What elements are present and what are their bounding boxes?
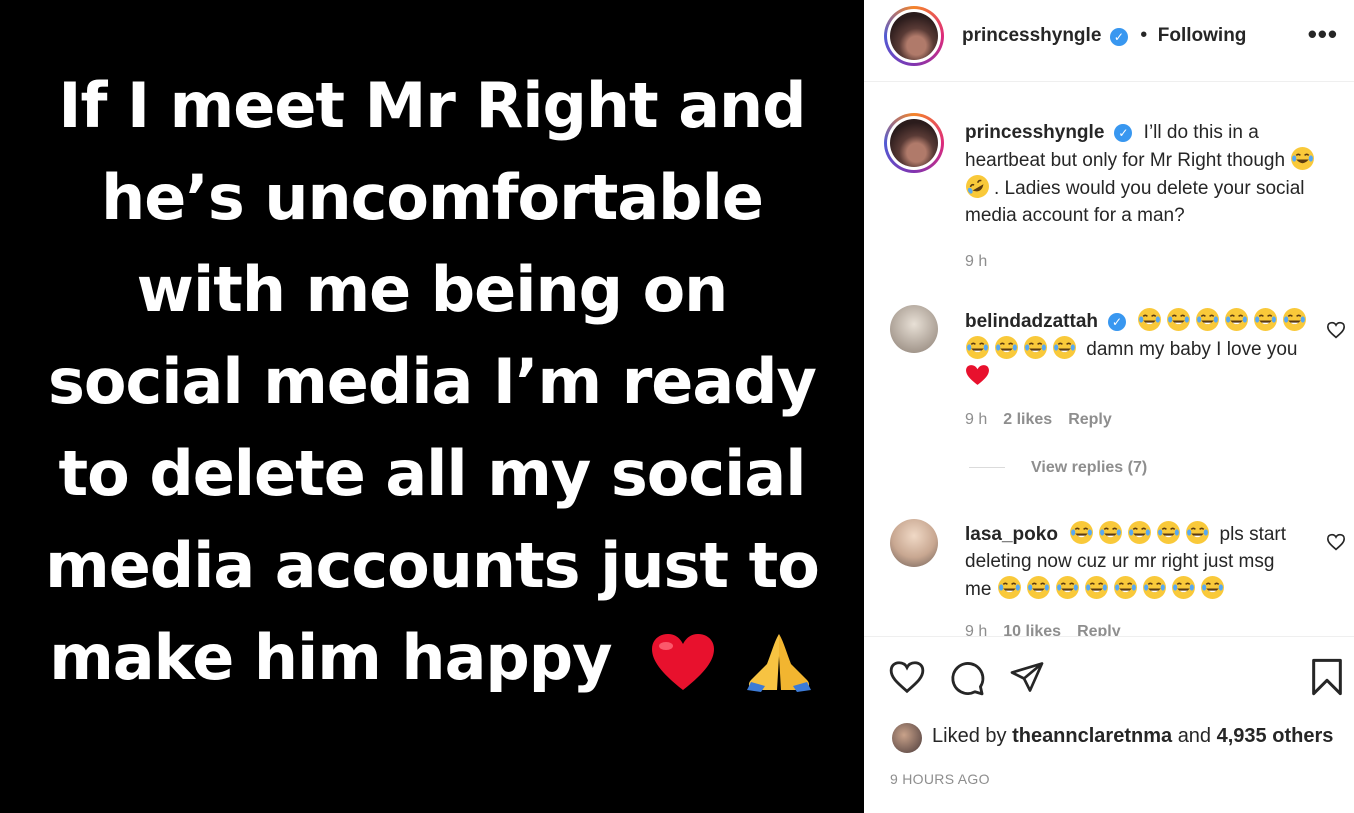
more-options-icon[interactable]: ••• [1308, 21, 1338, 47]
tears-of-joy-emoji-icon [1024, 336, 1047, 359]
comment-username[interactable]: lasa_poko [965, 524, 1058, 545]
caption-author-avatar[interactable] [884, 113, 944, 173]
reply-button[interactable]: Reply [1068, 411, 1112, 428]
caption-time: 9 h [965, 253, 988, 270]
tears-of-joy-emoji-icon [1142, 576, 1166, 599]
post-text-line: he’s uncomfortable [101, 161, 764, 234]
post-text-line: to delete all my social [58, 437, 807, 510]
post-image-text: If I meet Mr Right and he’s uncomfortabl… [0, 60, 864, 704]
comments-list[interactable]: princesshyngle ✓ I’ll do this in a heartb… [864, 83, 1354, 636]
share-icon[interactable] [1008, 659, 1046, 695]
comment-like-icon[interactable] [1326, 321, 1346, 339]
tears-of-joy-emoji-icon [1254, 308, 1278, 331]
tears-of-joy-emoji-icon [966, 336, 989, 359]
post-actions: Liked by theannclaretnma and 4,935 other… [864, 636, 1354, 813]
reply-button[interactable]: Reply [1077, 623, 1121, 636]
tears-of-joy-emoji-icon [1283, 308, 1307, 331]
tears-of-joy-emoji-icon [1167, 308, 1191, 331]
verified-badge-icon: ✓ [1114, 123, 1133, 142]
tears-of-joy-emoji-icon [1055, 576, 1079, 599]
caption-username[interactable]: princesshyngle [965, 122, 1104, 143]
tears-of-joy-emoji-icon [1113, 576, 1137, 599]
tears-of-joy-emoji-icon [1157, 521, 1181, 544]
likes-others-button[interactable]: 4,935 others [1217, 725, 1334, 747]
following-button[interactable]: Following [1158, 25, 1247, 46]
tears-of-joy-emoji-icon [1128, 521, 1152, 544]
comment-likes[interactable]: 10 likes [1003, 623, 1061, 636]
author-username[interactable]: princesshyngle [962, 25, 1101, 46]
comment-icon[interactable] [948, 659, 986, 697]
comment: lasa_poko pls start deleting now cuz ur … [965, 520, 1305, 636]
post-details-panel: princesshyngle ✓ • Following ••• princes… [864, 0, 1354, 813]
verified-badge-icon: ✓ [1108, 312, 1127, 331]
save-bookmark-icon[interactable] [1310, 657, 1344, 697]
likes-summary: Liked by theannclaretnma and 4,935 other… [932, 725, 1333, 748]
liker-username[interactable]: theannclaretnma [1012, 725, 1172, 747]
folded-hands-emoji-icon [746, 633, 811, 692]
rolling-laughing-emoji-icon [966, 175, 989, 198]
tears-of-joy-emoji-icon [1026, 576, 1050, 599]
post-text-line: media accounts just to [45, 529, 820, 602]
comment-emojis [1069, 521, 1214, 545]
liker-avatar[interactable] [892, 723, 922, 753]
likes-prefix: Liked by [932, 725, 1007, 747]
author-avatar[interactable] [884, 6, 944, 66]
tears-of-joy-emoji-icon [997, 576, 1021, 599]
tears-of-joy-emoji-icon [1196, 308, 1220, 331]
comment-time: 9 h [965, 623, 988, 636]
post-image[interactable]: If I meet Mr Right and he’s uncomfortabl… [0, 0, 864, 813]
comment-like-icon[interactable] [1326, 533, 1346, 551]
tears-of-joy-emoji-icon [1225, 308, 1249, 331]
tears-of-joy-emoji-icon [1053, 336, 1076, 359]
view-replies-divider [969, 467, 1005, 469]
tears-of-joy-emoji-icon [1070, 521, 1094, 544]
comment-time: 9 h [965, 411, 988, 428]
comment-username[interactable]: belindadzattah [965, 311, 1098, 332]
post-text-line: social media I’m ready [48, 345, 817, 418]
post-text-line: make him happy [49, 621, 612, 694]
heart-emoji-icon [652, 633, 715, 690]
comment-likes[interactable]: 2 likes [1003, 411, 1052, 428]
view-replies-label[interactable]: View replies (7) [1031, 459, 1147, 476]
post-text-line: If I meet Mr Right and [58, 69, 806, 142]
comment: belindadzattah ✓ damn my baby I love you … [965, 307, 1325, 477]
post-text-line: with me being on [136, 253, 729, 326]
tears-of-joy-emoji-icon [1200, 576, 1224, 599]
likes-and: and [1177, 725, 1212, 747]
heart-emoji-icon [966, 365, 989, 385]
comment-text: damn my baby I love you [1086, 339, 1298, 360]
tears-of-joy-emoji-icon [1291, 147, 1315, 170]
view-replies-button[interactable]: View replies (7) [969, 459, 1325, 477]
caption: princesshyngle ✓ I’ll do this in a heartb… [965, 119, 1325, 271]
separator-dot: • [1140, 24, 1148, 46]
caption-text-continued: . Ladies would you delete your social me… [965, 178, 1305, 226]
post-header: princesshyngle ✓ • Following ••• [864, 0, 1354, 82]
post-timestamp: 9 HOURS AGO [890, 771, 990, 787]
commenter-avatar[interactable] [890, 305, 938, 353]
tears-of-joy-emoji-icon [1084, 576, 1108, 599]
tears-of-joy-emoji-icon [1099, 521, 1123, 544]
tears-of-joy-emoji-icon [1186, 521, 1210, 544]
verified-badge-icon: ✓ [1109, 27, 1128, 46]
like-icon[interactable] [888, 659, 926, 695]
tears-of-joy-emoji-icon [1138, 308, 1162, 331]
tears-of-joy-emoji-icon [1171, 576, 1195, 599]
commenter-avatar[interactable] [890, 519, 938, 567]
comment-trailing-emojis [997, 576, 1229, 600]
tears-of-joy-emoji-icon [995, 336, 1018, 359]
